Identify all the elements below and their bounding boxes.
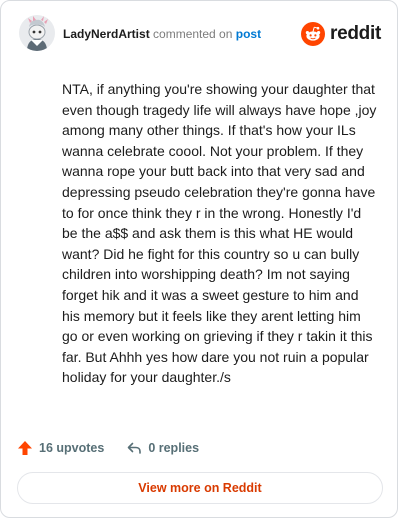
- user-avatar-icon[interactable]: [19, 15, 55, 51]
- view-more-button[interactable]: View more on Reddit: [17, 472, 383, 504]
- comment-embed-card: LadyNerdArtist commented on post reddit …: [0, 0, 398, 518]
- upvote-button[interactable]: 16 upvotes: [17, 440, 104, 456]
- reddit-logo-icon: [301, 22, 326, 46]
- comment-actions: 16 upvotes 0 replies: [17, 438, 199, 458]
- reply-arrow-icon: [128, 442, 142, 454]
- comment-body: NTA, if anything you're showing your dau…: [62, 81, 377, 386]
- commented-on-text: commented on: [153, 27, 233, 41]
- upvote-count: 16 upvotes: [39, 441, 105, 455]
- reddit-brand[interactable]: reddit: [301, 21, 381, 47]
- post-link[interactable]: post: [236, 27, 261, 41]
- reddit-wordmark: reddit: [330, 23, 381, 44]
- upvote-arrow-icon: [18, 441, 32, 455]
- reply-count: 0 replies: [148, 441, 200, 455]
- author-name[interactable]: LadyNerdArtist: [63, 27, 150, 41]
- comment-byline: LadyNerdArtist commented on post: [63, 26, 261, 42]
- reply-button[interactable]: 0 replies: [126, 440, 199, 456]
- comment-header: LadyNerdArtist commented on post reddit: [19, 15, 381, 53]
